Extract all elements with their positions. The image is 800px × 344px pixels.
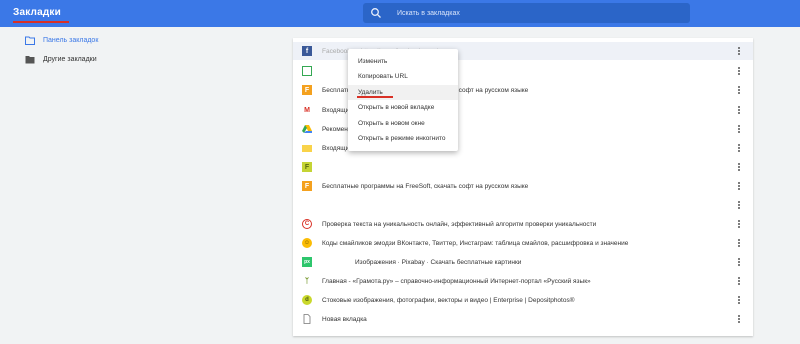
sidebar-item-label: Другие закладки (43, 55, 97, 63)
bookmark-title: Новая вкладка (322, 315, 367, 323)
pixabay-icon: px (302, 257, 312, 267)
list-item[interactable] (293, 196, 753, 214)
page-title: Закладки (13, 7, 61, 18)
search-box[interactable] (363, 3, 690, 23)
bookmark-title: Стоковые изображения, фотографии, вектор… (322, 296, 575, 304)
more-options-icon[interactable] (737, 65, 741, 77)
sidebar-item-bookmarks-bar[interactable]: Панель закладок (25, 33, 225, 47)
more-options-icon[interactable] (737, 84, 741, 96)
search-input[interactable] (397, 6, 677, 20)
top-bar: Закладки (0, 0, 800, 27)
bookmark-title: Проверка текста на уникальность онлайн, … (322, 220, 597, 228)
depositphotos-icon: d (302, 295, 312, 305)
gramota-icon: ᛉ (304, 277, 310, 285)
sidebar: Панель закладок Другие закладки (0, 27, 290, 344)
more-options-icon[interactable] (737, 294, 741, 306)
list-item[interactable]: px Изображения · Pixabay · Скачать беспл… (293, 253, 753, 271)
folder-icon (25, 36, 35, 45)
yellow-page-icon: F (302, 162, 312, 172)
context-menu: Изменить Копировать URL Удалить Открыть … (348, 49, 458, 151)
menu-item-open-incognito[interactable]: Открыть в режиме инкогнито (348, 131, 458, 146)
bookmark-title: Изображения · Pixabay · Скачать бесплатн… (355, 258, 522, 266)
list-item[interactable]: C Проверка текста на уникальность онлайн… (293, 215, 753, 233)
menu-item-open-new-window[interactable]: Открыть в новом окне (348, 116, 458, 131)
title-underline (13, 21, 69, 23)
more-options-icon[interactable] (737, 237, 741, 249)
folder-icon (25, 55, 35, 63)
sidebar-item-other-bookmarks[interactable]: Другие закладки (25, 52, 225, 66)
list-item[interactable]: ☺ Коды смайликов эмодзи ВКонтакте, Твитт… (293, 234, 753, 252)
more-options-icon[interactable] (737, 142, 741, 154)
facebook-icon: f (302, 46, 312, 56)
more-options-icon[interactable] (737, 199, 741, 211)
list-item[interactable]: F Бесплатные программы на FreeSoft, скач… (293, 177, 753, 195)
menu-item-copy-url[interactable]: Копировать URL (348, 69, 458, 84)
mail-icon (302, 144, 312, 152)
gmail-icon: M (304, 106, 310, 114)
bookmark-title: Главная - «Грамота.ру» – справочно-инфор… (322, 277, 591, 285)
more-options-icon[interactable] (737, 45, 741, 57)
copyright-icon: C (302, 219, 312, 229)
green-page-icon (302, 66, 312, 76)
more-options-icon[interactable] (737, 275, 741, 287)
bookmark-title: Бесплатные программы на FreeSoft, скачат… (322, 182, 529, 190)
more-options-icon[interactable] (737, 161, 741, 173)
sidebar-item-label: Панель закладок (43, 36, 99, 44)
search-icon (371, 8, 381, 18)
page-icon (303, 314, 311, 324)
freesoft-icon: F (302, 181, 312, 191)
list-item[interactable]: ᛉ Главная - «Грамота.ру» – справочно-инф… (293, 272, 753, 290)
more-options-icon[interactable] (737, 313, 741, 325)
list-item[interactable]: d Стоковые изображения, фотографии, вект… (293, 291, 753, 309)
menu-item-edit[interactable]: Изменить (348, 54, 458, 69)
freesoft-icon: F (302, 85, 312, 95)
more-options-icon[interactable] (737, 123, 741, 135)
bookmark-title: Коды смайликов эмодзи ВКонтакте, Твиттер… (322, 239, 629, 247)
more-options-icon[interactable] (737, 180, 741, 192)
delete-underline (357, 96, 393, 98)
more-options-icon[interactable] (737, 218, 741, 230)
menu-item-open-new-tab[interactable]: Открыть в новой вкладке (348, 100, 458, 115)
more-options-icon[interactable] (737, 256, 741, 268)
more-options-icon[interactable] (737, 104, 741, 116)
smiley-icon: ☺ (302, 238, 312, 248)
google-drive-icon (302, 125, 312, 133)
list-item[interactable]: F (293, 158, 753, 176)
list-item[interactable]: Новая вкладка (293, 310, 753, 328)
